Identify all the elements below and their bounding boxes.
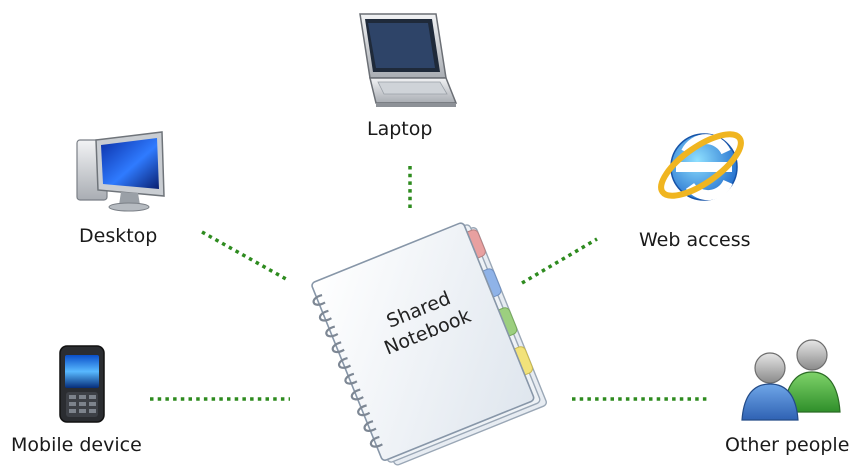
laptop-label: Laptop <box>367 118 433 140</box>
laptop-icon <box>359 13 458 107</box>
web-access-label: Web access <box>639 229 751 251</box>
desktop-label: Desktop <box>79 225 158 247</box>
mobile-phone-icon <box>59 345 105 423</box>
mobile-device-label: Mobile device <box>11 434 142 456</box>
connector-web <box>521 237 598 285</box>
connector-desktop <box>201 230 287 281</box>
other-people-label: Other people <box>725 434 850 456</box>
sync-diagram: Shared Notebook Laptop Desktop Web acces… <box>0 0 865 467</box>
notebook-icon: Shared Notebook <box>311 222 547 466</box>
internet-explorer-icon <box>658 131 744 201</box>
desktop-monitor-icon <box>76 131 165 212</box>
users-group-icon <box>741 339 841 421</box>
